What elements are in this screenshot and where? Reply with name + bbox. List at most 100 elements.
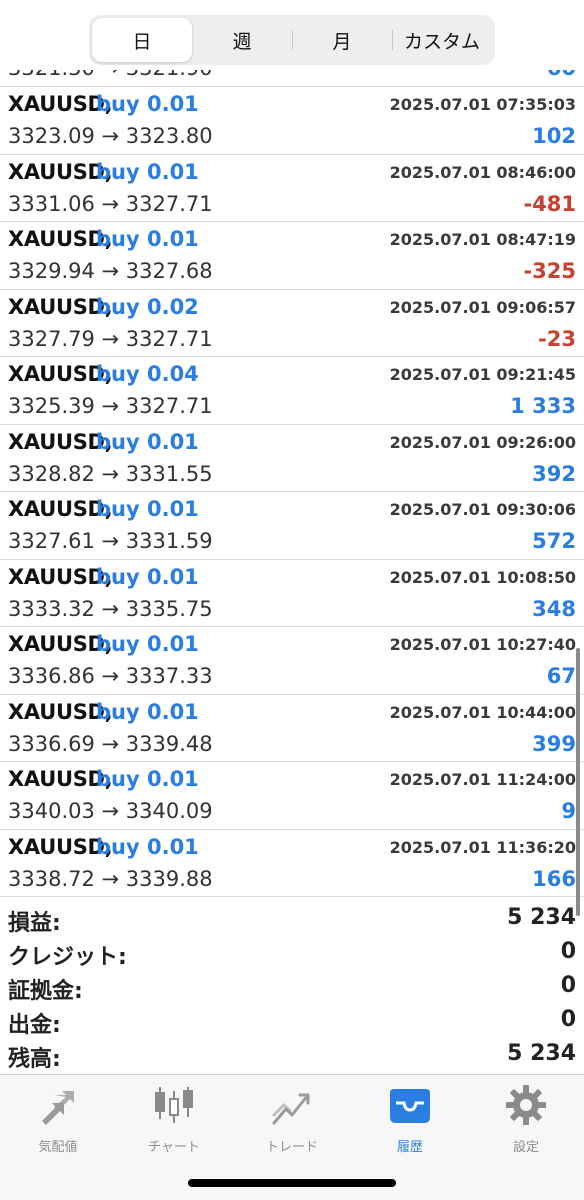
summary-row-balance: 残高: 5 234 [0, 1038, 584, 1072]
trade-row[interactable]: XAUUSD, buy 0.01 2025.07.01 10:44:00 333… [0, 695, 584, 762]
trade-prices: 3325.39 → 3327.71 [8, 394, 213, 418]
trade-side: buy 0.01 [96, 159, 199, 184]
summary-value: 0 [560, 939, 576, 964]
summary-label: クレジット: [8, 945, 127, 970]
trade-prices: 3323.09 → 3323.80 [8, 124, 213, 148]
trade-row[interactable]: XAUUSD, buy 0.01 2025.07.01 09:30:06 332… [0, 492, 584, 560]
trade-time: 2025.07.01 08:46:00 [389, 162, 576, 182]
trade-time: 2025.07.01 09:30:06 [389, 500, 576, 519]
trade-time: 2025.07.01 09:26:00 [389, 432, 576, 452]
trade-side: buy 0.04 [96, 362, 199, 386]
history-tray-icon [390, 1089, 430, 1123]
trade-side: buy 0.01 [96, 429, 199, 454]
period-tab-week[interactable]: 週 [192, 18, 292, 62]
trade-prices: 3336.86 → 3337.33 [8, 664, 213, 688]
trade-row[interactable]: XAUUSD, buy 0.01 2025.07.01 11:36:20 333… [0, 830, 584, 897]
tab-chart[interactable]: チャート [126, 1083, 222, 1155]
trade-prices: 3327.61 → 3331.59 [8, 529, 213, 553]
trade-line-icon [272, 1093, 310, 1125]
trade-time: 2025.07.01 10:44:00 [389, 702, 576, 722]
trade-row[interactable]: XAUUSD, buy 0.01 2025.07.01 09:26:00 332… [0, 425, 584, 492]
trade-side: buy 0.01 [96, 767, 199, 791]
trade-row[interactable]: XAUUSD, buy 0.01 2025.07.01 10:27:40 333… [0, 627, 584, 695]
summary-row-credit: クレジット: 0 [0, 936, 584, 970]
candlestick-chart-icon [155, 1087, 193, 1123]
trade-profit: 392 [532, 461, 576, 486]
trade-side: buy 0.01 [96, 564, 199, 589]
trade-time: 2025.07.01 09:21:45 [389, 365, 576, 384]
trade-profit: 572 [532, 529, 576, 553]
tab-label: チャート [148, 1140, 200, 1155]
trade-prices: 3333.32 → 3335.75 [8, 596, 213, 621]
trade-side: buy 0.01 [96, 92, 199, 116]
home-indicator[interactable] [188, 1179, 396, 1187]
tab-history[interactable]: 履歴 [362, 1083, 458, 1155]
summary-label: 証拠金: [8, 979, 83, 1004]
tab-label: 設定 [512, 1140, 539, 1155]
summary-label: 出金: [8, 1013, 61, 1038]
account-summary: 損益: 5 234 クレジット: 0 証拠金: 0 出金: 0 残高: 5 23… [0, 902, 584, 1072]
trade-side: buy 0.01 [96, 497, 199, 521]
summary-label: 残高: [8, 1047, 61, 1072]
summary-row-deposit: 証拠金: 0 [0, 970, 584, 1004]
period-header: 日 週 月 カスタム [0, 0, 584, 70]
trade-prices: 3340.03 → 3340.09 [8, 799, 213, 823]
summary-value: 5 234 [507, 1041, 576, 1066]
trade-profit: -23 [538, 326, 576, 351]
trade-row[interactable]: XAUUSD, buy 0.01 2025.07.01 10:08:50 333… [0, 560, 584, 627]
tab-label: 気配値 [38, 1140, 78, 1155]
tab-trade[interactable]: トレード [244, 1083, 340, 1155]
bottom-tab-bar: 気配値 チャート トレード 履歴 設定 [0, 1074, 584, 1200]
trade-profit: 166 [532, 866, 576, 891]
trade-side: buy 0.02 [96, 294, 199, 319]
trade-prices: 3327.79 → 3327.71 [8, 326, 213, 351]
trade-profit: 1 333 [510, 394, 576, 418]
trade-row[interactable]: XAUUSD, buy 0.01 2025.07.01 08:46:00 333… [0, 155, 584, 222]
trade-side: buy 0.01 [96, 699, 199, 724]
summary-row-withdrawal: 出金: 0 [0, 1004, 584, 1038]
trade-row[interactable]: XAUUSD, buy 0.02 2025.07.01 09:06:57 332… [0, 290, 584, 357]
settings-gear-icon [506, 1085, 546, 1125]
summary-row-profit: 損益: 5 234 [0, 902, 584, 936]
period-tab-day[interactable]: 日 [92, 18, 192, 62]
period-tab-custom[interactable]: カスタム [392, 18, 492, 62]
tab-label: トレード [265, 1140, 318, 1155]
trade-side: buy 0.01 [96, 834, 199, 859]
trade-profit: 399 [532, 731, 576, 756]
trade-prices: 3328.82 → 3331.55 [8, 461, 213, 486]
trade-time: 2025.07.01 09:06:57 [389, 297, 576, 317]
quotes-arrows-icon [42, 1091, 74, 1125]
trade-history-list: XAUUSD, buy 0.01 2025.07.01 07:35:03 332… [0, 87, 584, 897]
trade-prices: 3331.06 → 3327.71 [8, 191, 213, 216]
trade-profit: 67 [546, 664, 576, 688]
trade-time: 2025.07.01 08:47:19 [389, 230, 576, 249]
trade-profit: -481 [523, 191, 576, 216]
summary-value: 5 234 [507, 905, 576, 930]
summary-value: 0 [560, 1007, 576, 1032]
trade-time: 2025.07.01 10:08:50 [389, 567, 576, 587]
trade-row[interactable]: XAUUSD, buy 0.01 2025.07.01 11:24:00 334… [0, 762, 584, 830]
summary-value: 0 [560, 973, 576, 998]
summary-label: 損益: [8, 911, 61, 936]
trade-time: 2025.07.01 11:36:20 [389, 837, 576, 857]
trade-time: 2025.07.01 07:35:03 [389, 95, 576, 114]
trade-time: 2025.07.01 10:27:40 [389, 635, 576, 654]
trade-profit: 102 [532, 124, 576, 148]
trade-row[interactable]: XAUUSD, buy 0.04 2025.07.01 09:21:45 332… [0, 357, 584, 425]
trade-side: buy 0.01 [96, 227, 199, 251]
period-segmented-control: 日 週 月 カスタム [89, 15, 495, 65]
trade-time: 2025.07.01 11:24:00 [389, 770, 576, 789]
tab-label: 履歴 [396, 1140, 423, 1155]
trade-prices: 3338.72 → 3339.88 [8, 866, 213, 891]
tab-quotes[interactable]: 気配値 [10, 1083, 106, 1155]
trade-profit: 348 [532, 596, 576, 621]
trade-row[interactable]: XAUUSD, buy 0.01 2025.07.01 07:35:03 332… [0, 87, 584, 155]
period-tab-month[interactable]: 月 [292, 18, 392, 62]
trade-profit: -325 [523, 259, 576, 283]
trade-prices: 3336.69 → 3339.48 [8, 731, 213, 756]
tab-settings[interactable]: 設定 [478, 1083, 574, 1155]
trade-side: buy 0.01 [96, 632, 199, 656]
scroll-indicator[interactable] [576, 648, 580, 916]
trade-profit: 9 [561, 799, 576, 823]
trade-row[interactable]: XAUUSD, buy 0.01 2025.07.01 08:47:19 332… [0, 222, 584, 290]
